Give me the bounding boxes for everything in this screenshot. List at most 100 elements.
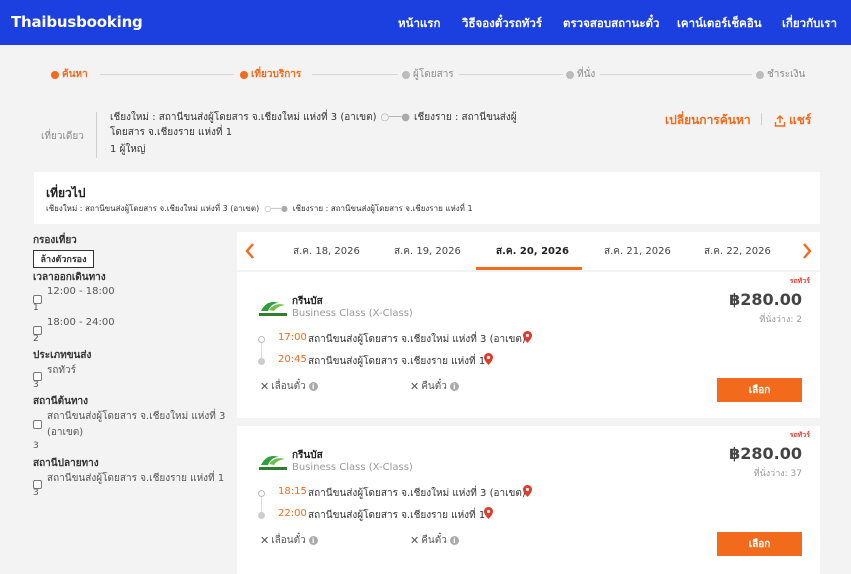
filter-departure-option: 18:00 - 24:00 xyxy=(47,317,115,328)
close-icon: ✕ xyxy=(410,380,420,393)
date-tab[interactable]: ส.ค. 21, 2026 xyxy=(604,244,671,259)
route-arrow-icon: ○──● xyxy=(264,204,288,213)
operator-name: กรีนบัส xyxy=(292,450,323,461)
chevron-left-icon[interactable] xyxy=(243,241,257,261)
info-icon[interactable]: i xyxy=(308,536,318,545)
summary-divider xyxy=(96,112,97,158)
arrival-dot xyxy=(258,358,265,365)
nav-check-ticket-status[interactable]: ตรวจสอบสถานะตั๋ว xyxy=(563,15,659,33)
bus-class: Business Class (X-Class) xyxy=(292,462,413,473)
seats-available: ที่นั่งว่าง: 37 xyxy=(753,469,802,479)
booking-stepper: ค้นหา เที่ยวบริการ ผู้โดยสาร ที่นั่ง ชำร… xyxy=(0,62,851,86)
filter-option-count: 2 xyxy=(33,334,39,344)
step-connector xyxy=(312,74,398,75)
summary-destination-rest: โดยสาร จ.เชียงราย แห่งที่ 1 xyxy=(110,127,233,138)
nav-home[interactable]: หน้าแรก xyxy=(398,15,440,33)
departure-station: สถานีขนส่งผู้โดยสาร จ.เชียงใหม่ แห่งที่ … xyxy=(308,334,526,345)
trip-price: ฿280.00 xyxy=(729,290,802,309)
date-tabs: ส.ค. 18, 2026 ส.ค. 19, 2026 ส.ค. 20, 202… xyxy=(237,232,820,270)
step-search[interactable]: ค้นหา xyxy=(51,67,88,82)
filter-destination-option: สถานีขนส่งผู้โดยสาร จ.เชียงราย แห่งที่ 1 xyxy=(47,473,225,484)
arrival-time: 22:00 xyxy=(278,508,307,519)
postpone-policy[interactable]: ✕ เลื่อนตั๋ว i xyxy=(260,379,318,394)
filter-origin-option: สถานีขนส่งผู้โดยสาร จ.เชียงใหม่ แห่งที่ … xyxy=(47,411,226,422)
route-arrow-icon: ○──● xyxy=(380,112,411,123)
filter-option-count: 1 xyxy=(33,303,39,313)
outbound-title: เที่ยวไป xyxy=(46,186,86,200)
clear-filters-button[interactable]: ล้างตัวกรอง xyxy=(33,250,94,268)
site-logo[interactable]: Thaibusbooking xyxy=(11,13,143,31)
summary-origin: เชียงใหม่ : สถานีขนส่งผู้โดยสาร จ.เชียงใ… xyxy=(110,112,377,123)
select-trip-button[interactable]: เลือก xyxy=(717,378,802,402)
trip-card: รถทัวร์ กรีนบัส Business Class (X-Class)… xyxy=(237,272,820,418)
vehicle-type-tag: รถทัวร์ xyxy=(789,431,810,439)
info-icon[interactable]: i xyxy=(449,536,459,545)
filter-departure-option: 12:00 - 18:00 xyxy=(47,286,115,297)
arrival-station: สถานีขนส่งผู้โดยสาร จ.เชียงราย แห่งที่ 1 xyxy=(308,510,486,521)
outbound-route: เชียงใหม่ : สถานีขนส่งผู้โดยสาร จ.เชียงใ… xyxy=(46,204,473,213)
filter-option-count: 3 xyxy=(33,488,39,498)
search-route-summary: เชียงใหม่ : สถานีขนส่งผู้โดยสาร จ.เชียงใ… xyxy=(110,110,550,140)
date-tab[interactable]: ส.ค. 18, 2026 xyxy=(293,244,360,259)
departure-time: 18:15 xyxy=(278,486,307,497)
date-tab[interactable]: ส.ค. 19, 2026 xyxy=(394,244,461,259)
nav-about-us[interactable]: เกี่ยวกับเรา xyxy=(782,15,837,33)
info-icon[interactable]: i xyxy=(308,382,318,391)
departure-dot xyxy=(258,490,265,497)
step-trips: เที่ยวบริการ xyxy=(240,67,301,82)
close-icon: ✕ xyxy=(260,380,270,393)
change-search-link[interactable]: เปลี่ยนการค้นหา xyxy=(665,111,751,130)
step-dot xyxy=(756,70,764,79)
departure-dot xyxy=(258,336,265,343)
departure-time: 17:00 xyxy=(278,332,307,343)
seats-available: ที่นั่งว่าง: 2 xyxy=(759,315,802,325)
nav-checkin-counter[interactable]: เคาน์เตอร์เช็คอิน xyxy=(677,15,762,33)
date-tab-selected[interactable]: ส.ค. 20, 2026 xyxy=(496,244,569,259)
map-pin-icon[interactable] xyxy=(523,485,532,497)
selected-date-indicator xyxy=(476,267,582,270)
step-passengers: ผู้โดยสาร xyxy=(402,67,454,82)
step-payment: ชำระเงิน xyxy=(756,67,805,82)
nav-how-to-book[interactable]: วิธีจองตั๋วรถทัวร์ xyxy=(462,15,542,33)
arrival-station: สถานีขนส่งผู้โดยสาร จ.เชียงราย แห่งที่ 1 xyxy=(308,356,486,367)
greenbus-logo-icon xyxy=(259,302,287,316)
step-connector xyxy=(459,74,563,75)
outbound-section: เที่ยวไป เชียงใหม่ : สถานีขนส่งผู้โดยสาร… xyxy=(34,172,820,224)
filter-destination-title: สถานีปลายทาง xyxy=(33,458,99,469)
chevron-right-icon[interactable] xyxy=(800,241,814,261)
summary-destination-prefix: เชียงราย : สถานีขนส่งผู้ xyxy=(414,112,517,123)
map-pin-icon[interactable] xyxy=(484,507,493,519)
vehicle-type-tag: รถทัวร์ xyxy=(789,277,810,285)
step-connector xyxy=(100,74,234,75)
share-icon xyxy=(774,114,786,127)
passenger-count: 1 ผู้ใหญ่ xyxy=(110,144,146,155)
top-navbar: Thaibusbooking หน้าแรก วิธีจองตั๋วรถทัวร… xyxy=(0,0,851,45)
refund-policy[interactable]: ✕ คืนตั๋ว i xyxy=(410,379,459,394)
step-connector xyxy=(600,74,752,75)
date-tab[interactable]: ส.ค. 22, 2026 xyxy=(704,244,771,259)
filter-origin-checkbox[interactable] xyxy=(33,420,42,429)
filter-origin-title: สถานีต้นทาง xyxy=(33,396,89,407)
filter-option-count: 3 xyxy=(33,441,39,451)
map-pin-icon[interactable] xyxy=(484,353,493,365)
share-button[interactable]: แชร์ xyxy=(774,111,811,130)
filter-title: กรองเที่ยว xyxy=(33,235,77,246)
filter-vehicle-title: ประเภทขนส่ง xyxy=(33,350,92,361)
trip-card: รถทัวร์ กรีนบัส Business Class (X-Class)… xyxy=(237,426,820,574)
step-seats: ที่นั่ง xyxy=(566,67,595,82)
operator-name: กรีนบัส xyxy=(292,296,323,307)
step-dot xyxy=(51,70,59,79)
refund-policy[interactable]: ✕ คืนตั๋ว i xyxy=(410,533,459,548)
bus-class: Business Class (X-Class) xyxy=(292,308,413,319)
arrival-time: 20:45 xyxy=(278,354,307,365)
step-dot xyxy=(566,70,574,79)
greenbus-logo-icon xyxy=(259,456,287,470)
trip-price: ฿280.00 xyxy=(729,444,802,463)
filter-origin-option-cont: (อาเขต) xyxy=(47,427,84,438)
select-trip-button[interactable]: เลือก xyxy=(717,532,802,556)
filter-departure-title: เวลาออกเดินทาง xyxy=(33,272,106,283)
info-icon[interactable]: i xyxy=(449,382,459,391)
filter-vehicle-option: รถทัวร์ xyxy=(47,365,77,376)
postpone-policy[interactable]: ✕ เลื่อนตั๋ว i xyxy=(260,533,318,548)
map-pin-icon[interactable] xyxy=(523,331,532,343)
